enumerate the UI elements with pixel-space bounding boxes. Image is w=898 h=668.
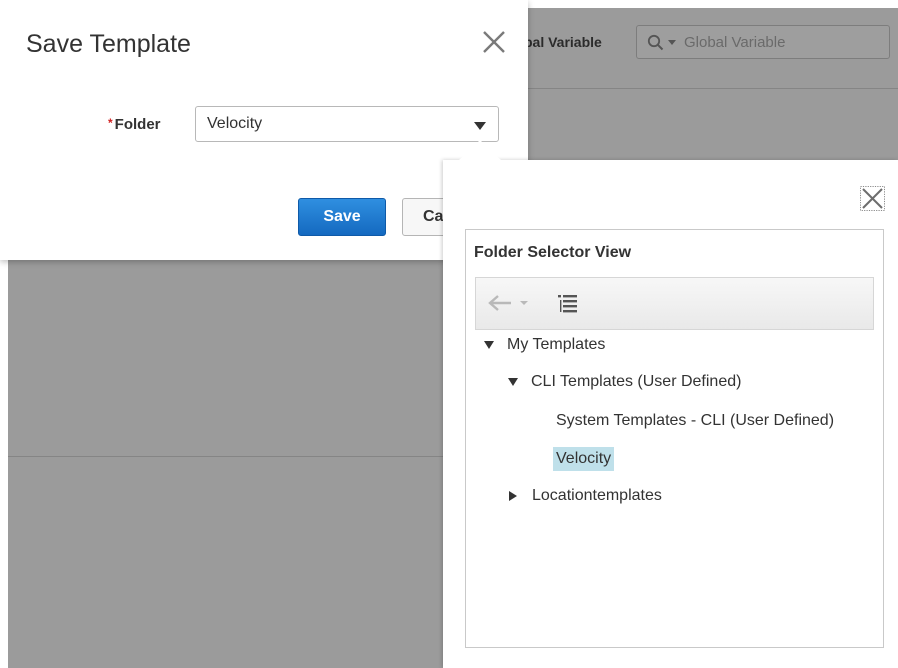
tree-item-label-selected: Velocity [553, 447, 615, 471]
global-variable-label: bal Variable [524, 34, 602, 50]
folder-label-text: Folder [114, 116, 161, 133]
tree-item-locationtemplates[interactable]: Locationtemplates [509, 487, 662, 505]
save-button[interactable]: Save [298, 198, 386, 236]
back-arrow-icon[interactable] [487, 293, 535, 313]
collapsed-icon [509, 491, 517, 501]
close-icon[interactable] [860, 186, 885, 211]
tree-list-icon[interactable] [557, 293, 579, 315]
global-variable-search[interactable]: Global Variable [636, 25, 890, 59]
screen: bal Variable Global Variable Save Templa… [0, 0, 898, 668]
tree-item-label: CLI Templates (User Defined) [531, 373, 742, 390]
tree-item-label: System Templates - CLI (User Defined) [556, 412, 835, 429]
popup-pointer [458, 140, 502, 161]
folder-select[interactable]: Velocity [195, 106, 499, 142]
chevron-down-icon [668, 39, 676, 45]
folder-select-value: Velocity [207, 115, 263, 132]
tree-item-cli-templates[interactable]: CLI Templates (User Defined) [508, 373, 741, 391]
search-placeholder: Global Variable [684, 33, 786, 51]
tree-item-label: Locationtemplates [532, 487, 662, 504]
folder-label: * Folder [108, 116, 161, 133]
expanded-icon [508, 378, 518, 386]
chevron-down-icon [474, 122, 486, 130]
tree-item-label: My Templates [507, 336, 606, 353]
search-icon [647, 34, 664, 50]
dialog-title: Save Template [26, 30, 191, 58]
tree-item-system-templates[interactable]: System Templates - CLI (User Defined) [556, 412, 834, 430]
required-marker: * [108, 116, 113, 130]
expanded-icon [484, 341, 494, 349]
close-icon[interactable] [480, 28, 508, 56]
tree-item-velocity[interactable]: Velocity [553, 447, 615, 471]
tree-item-my-templates[interactable]: My Templates [484, 336, 605, 354]
panel-title: Folder Selector View [474, 244, 632, 261]
